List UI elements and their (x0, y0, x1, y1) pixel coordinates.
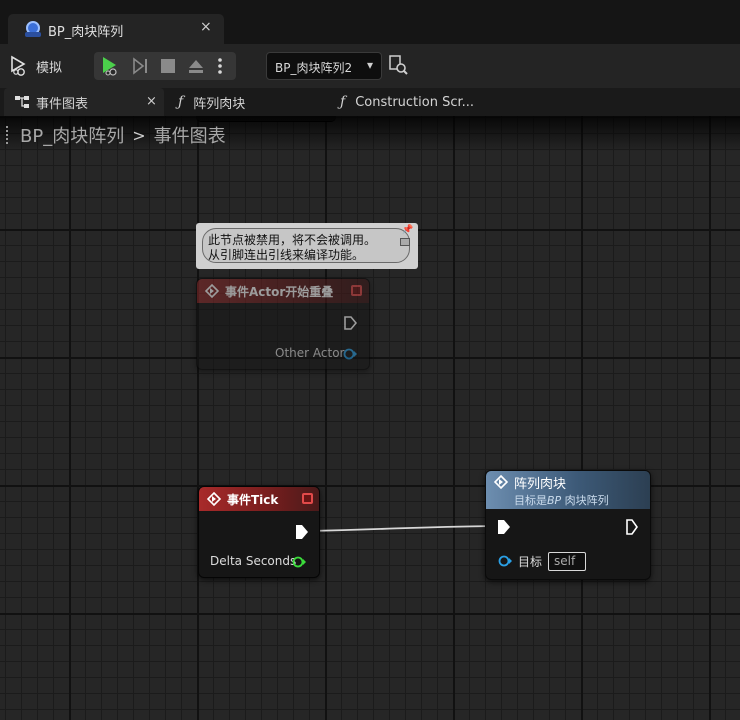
step-forward-icon (133, 57, 147, 75)
function-icon: ƒ (340, 94, 346, 110)
comment-bubble-icon (400, 238, 410, 246)
play-options-button[interactable] (210, 52, 230, 80)
title-bar: BP_肉块阵列 × (0, 0, 740, 44)
close-tab-button[interactable]: × (200, 19, 212, 35)
exec-output-pin[interactable] (295, 524, 309, 540)
node-title: 事件Tick (227, 493, 279, 507)
node-header: 事件Actor开始重叠 (197, 279, 369, 303)
document-tab[interactable]: BP_肉块阵列 × (8, 14, 224, 44)
disabled-node-comment: 此节点被禁用，将不会被调用。 从引脚连出引线来编译功能。 📌 (196, 223, 418, 269)
target-default-value-input[interactable]: self (548, 552, 586, 571)
toolbar: 模拟 BP_肉块阵列2 ▾ (0, 44, 740, 88)
close-icon[interactable]: × (146, 94, 157, 109)
pin-icon[interactable]: 📌 (402, 225, 413, 235)
target-pin-label: 目标 (518, 555, 543, 569)
event-actor-begin-overlap-node[interactable]: 事件Actor开始重叠 Other Actor (196, 278, 370, 370)
tab-construction-script[interactable]: ƒ Construction Scr... (340, 88, 474, 116)
delegate-pin-icon[interactable] (302, 493, 313, 504)
delegate-pin-icon[interactable] (351, 285, 362, 296)
more-vertical-icon (218, 58, 222, 74)
blueprint-editor-window: BP_肉块阵列 × 模拟 BP_肉块阵列2 ▾ 事件图表 × ƒ 阵列肉块 ƒ … (0, 0, 740, 720)
graph-tab-bar: 事件图表 × ƒ 阵列肉块 ƒ Construction Scr... (0, 88, 740, 116)
tab-event-graph[interactable]: 事件图表 × (4, 88, 164, 116)
function-icon: ƒ (178, 94, 184, 110)
object-output-pin[interactable] (343, 348, 357, 360)
event-icon (207, 492, 221, 506)
function-node-icon (494, 475, 508, 489)
document-tab-title: BP_肉块阵列 (48, 25, 124, 40)
subtitle-italic: BP (547, 494, 562, 507)
simulate-label: 模拟 (36, 60, 63, 76)
step-forward-button[interactable] (126, 52, 154, 80)
comment-line-2: 从引脚连出引线来编译功能。 (208, 248, 365, 262)
subtitle-prefix: 目标是 (514, 494, 547, 507)
tab-event-graph-label: 事件图表 (36, 96, 89, 112)
float-output-pin[interactable] (292, 556, 306, 568)
exec-input-pin[interactable] (497, 519, 511, 535)
tab-construction-script-label: Construction Scr... (355, 94, 475, 110)
debug-object-label: BP_肉块阵列2 (275, 61, 353, 75)
delta-seconds-pin-label: Delta Seconds (210, 554, 297, 568)
tab-array-meat-function[interactable]: ƒ 阵列肉块 (178, 88, 245, 116)
chevron-down-icon: ▾ (366, 58, 373, 72)
find-object-icon (389, 55, 408, 75)
graph-canvas[interactable]: BP_肉块阵列 > 事件图表 此节点被禁用，将不会被调用。 从引脚连出引线来编译… (0, 116, 740, 720)
exec-output-pin[interactable] (343, 316, 357, 330)
event-icon (205, 284, 219, 298)
event-graph-icon (14, 95, 30, 109)
tab-array-meat-label: 阵列肉块 (193, 96, 246, 112)
blueprint-icon (25, 21, 41, 37)
stop-button[interactable] (154, 52, 182, 80)
eject-button[interactable] (182, 52, 210, 80)
play-button[interactable] (96, 52, 124, 80)
node-title: 事件Actor开始重叠 (225, 285, 334, 299)
simulate-icon (8, 55, 30, 77)
simulate-button[interactable]: 模拟 (8, 52, 70, 80)
node-header: 阵列肉块 目标是BP 肉块阵列 (486, 471, 650, 509)
play-icon (103, 57, 117, 76)
node-title: 阵列肉块 (514, 477, 567, 492)
find-in-level-button[interactable] (388, 54, 410, 78)
exec-wire (305, 525, 497, 532)
subtitle-suffix: 肉块阵列 (561, 494, 609, 507)
debug-object-dropdown[interactable]: BP_肉块阵列2 ▾ (266, 52, 382, 80)
array-meat-function-node[interactable]: 阵列肉块 目标是BP 肉块阵列 目标 self (485, 470, 651, 580)
stop-icon (161, 59, 175, 73)
event-tick-node[interactable]: 事件Tick Delta Seconds (198, 486, 320, 578)
node-header: 事件Tick (199, 487, 319, 511)
node-subtitle: 目标是BP 肉块阵列 (514, 492, 609, 508)
object-input-pin[interactable] (498, 555, 512, 567)
play-controls (94, 52, 236, 80)
exec-output-pin[interactable] (625, 519, 639, 535)
eject-icon (189, 60, 203, 73)
other-actor-pin-label: Other Actor (275, 346, 345, 360)
